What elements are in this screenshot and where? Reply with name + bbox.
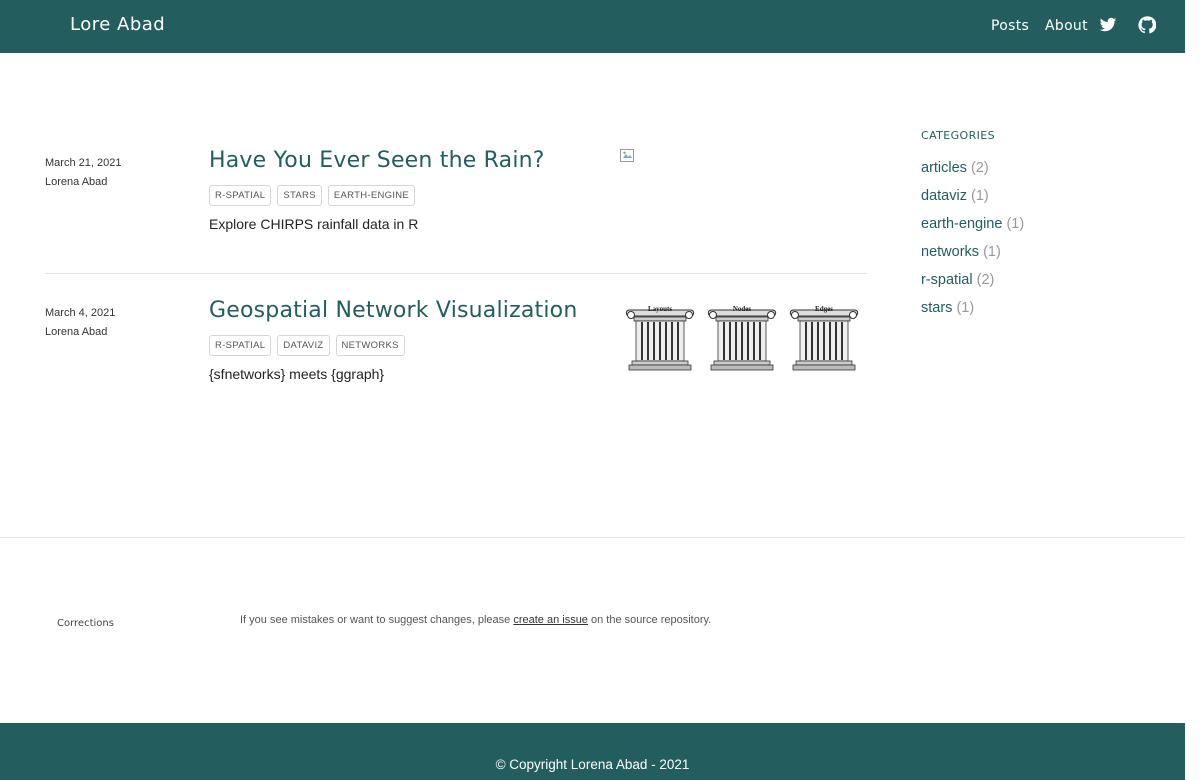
category-count: (2) — [976, 272, 995, 288]
category-earth-engine[interactable]: earth-engine (1) — [921, 216, 1024, 232]
site-title-link[interactable]: Lore Abad — [70, 14, 165, 35]
post-tags: R-SPATIAL STARS EARTH-ENGINE — [209, 185, 416, 206]
category-label[interactable]: dataviz — [921, 188, 967, 204]
category-stars[interactable]: stars (1) — [921, 300, 974, 316]
tag-dataviz[interactable]: DATAVIZ — [277, 335, 330, 356]
corrections-label: Corrections — [57, 618, 114, 629]
nav-posts-link[interactable]: Posts — [991, 18, 1029, 34]
site-header: Lore Abad Posts About — [0, 0, 1185, 53]
post-tags: R-SPATIAL DATAVIZ NETWORKS — [209, 335, 405, 356]
category-dataviz[interactable]: dataviz (1) — [921, 188, 989, 204]
post-author: Lorena Abad — [45, 176, 108, 188]
tag-r-spatial[interactable]: R-SPATIAL — [209, 335, 272, 356]
thumbnail-label: Edges — [815, 305, 833, 313]
site-footer: © Copyright Lorena Abad - 2021 — [0, 723, 1185, 780]
category-count: (1) — [970, 188, 989, 204]
section-divider — [0, 537, 1185, 538]
tag-stars[interactable]: STARS — [277, 185, 322, 206]
category-count: (1) — [956, 300, 975, 316]
post-date: March 4, 2021 — [45, 307, 116, 319]
category-label[interactable]: networks — [921, 244, 979, 260]
category-label[interactable]: articles — [921, 160, 967, 176]
category-label[interactable]: r-spatial — [921, 272, 973, 288]
tag-r-spatial[interactable]: R-SPATIAL — [209, 185, 272, 206]
category-r-spatial[interactable]: r-spatial (2) — [921, 272, 994, 288]
nav-about-link[interactable]: About — [1045, 18, 1088, 34]
post-description: {sfnetworks} meets {ggraph} — [209, 366, 385, 382]
tag-earth-engine[interactable]: EARTH-ENGINE — [327, 185, 416, 206]
post-title-link[interactable]: Geospatial Network Visualization — [209, 298, 578, 323]
post-divider — [45, 273, 867, 274]
tag-networks[interactable]: NETWORKS — [335, 335, 405, 356]
corrections-text-before: If you see mistakes or want to suggest c… — [240, 614, 514, 626]
github-icon[interactable] — [1138, 16, 1157, 34]
corrections-text-after: on the source repository. — [587, 614, 712, 626]
sidebar-heading: CATEGORIES — [921, 129, 996, 142]
category-label[interactable]: stars — [921, 300, 952, 316]
category-networks[interactable]: networks (1) — [921, 244, 1001, 260]
post-author: Lorena Abad — [45, 326, 108, 338]
create-issue-link[interactable]: create an issue — [513, 614, 588, 626]
post-date: March 21, 2021 — [45, 157, 122, 169]
post-description: Explore CHIRPS rainfall data in R — [209, 216, 419, 232]
broken-image-icon[interactable] — [620, 149, 636, 163]
post-title-link[interactable]: Have You Ever Seen the Rain? — [209, 148, 545, 173]
category-count: (1) — [1006, 216, 1025, 232]
category-articles[interactable]: articles (2) — [921, 160, 989, 176]
category-count: (1) — [983, 244, 1001, 260]
thumbnail-label: Layouts — [648, 305, 672, 313]
thumbnail-label: Nodes — [733, 305, 752, 313]
post-thumbnail-pillars[interactable]: Layouts Nodes Edges — [625, 303, 861, 373]
twitter-icon[interactable] — [1099, 16, 1117, 34]
corrections-text: If you see mistakes or want to suggest c… — [240, 614, 711, 626]
footer-copyright: © Copyright Lorena Abad - 2021 — [495, 757, 690, 772]
category-label[interactable]: earth-engine — [921, 216, 1002, 232]
category-count: (2) — [970, 160, 989, 176]
